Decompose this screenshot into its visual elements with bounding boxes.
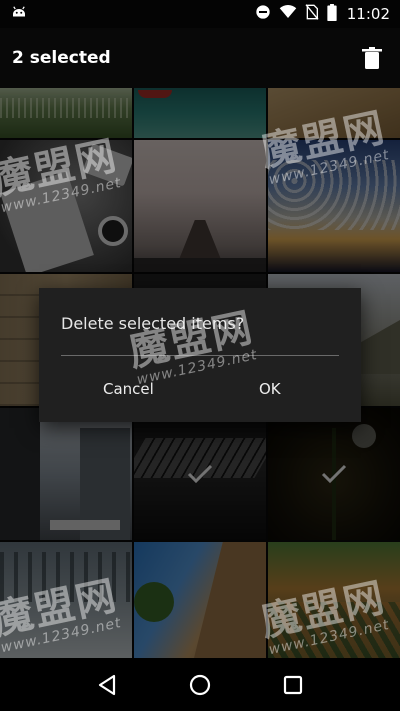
back-icon bbox=[98, 674, 115, 695]
dialog-message: Delete selected items? bbox=[61, 314, 245, 333]
status-bar: 11:02 bbox=[0, 0, 400, 28]
action-bar: 2 selected bbox=[0, 28, 400, 88]
android-debug-icon bbox=[10, 3, 28, 25]
back-button[interactable] bbox=[92, 670, 122, 700]
screen: 11:02 2 selected Delete selected items? … bbox=[0, 0, 400, 711]
battery-icon bbox=[327, 3, 337, 25]
do-not-disturb-icon bbox=[255, 4, 271, 24]
dialog-divider bbox=[61, 355, 339, 356]
delete-confirm-dialog: Delete selected items? Cancel OK bbox=[39, 288, 361, 422]
trash-icon bbox=[362, 47, 382, 69]
ok-button[interactable]: OK bbox=[253, 376, 287, 402]
navigation-bar bbox=[0, 658, 400, 711]
home-button[interactable] bbox=[185, 670, 215, 700]
home-icon bbox=[189, 674, 211, 695]
delete-button[interactable] bbox=[360, 46, 384, 70]
no-sim-icon bbox=[305, 4, 319, 24]
cancel-button[interactable]: Cancel bbox=[97, 376, 160, 402]
recents-button[interactable] bbox=[278, 670, 308, 700]
recents-icon bbox=[284, 675, 303, 694]
wifi-icon bbox=[279, 4, 297, 24]
status-time: 11:02 bbox=[346, 5, 390, 23]
selection-count-title: 2 selected bbox=[12, 48, 111, 68]
